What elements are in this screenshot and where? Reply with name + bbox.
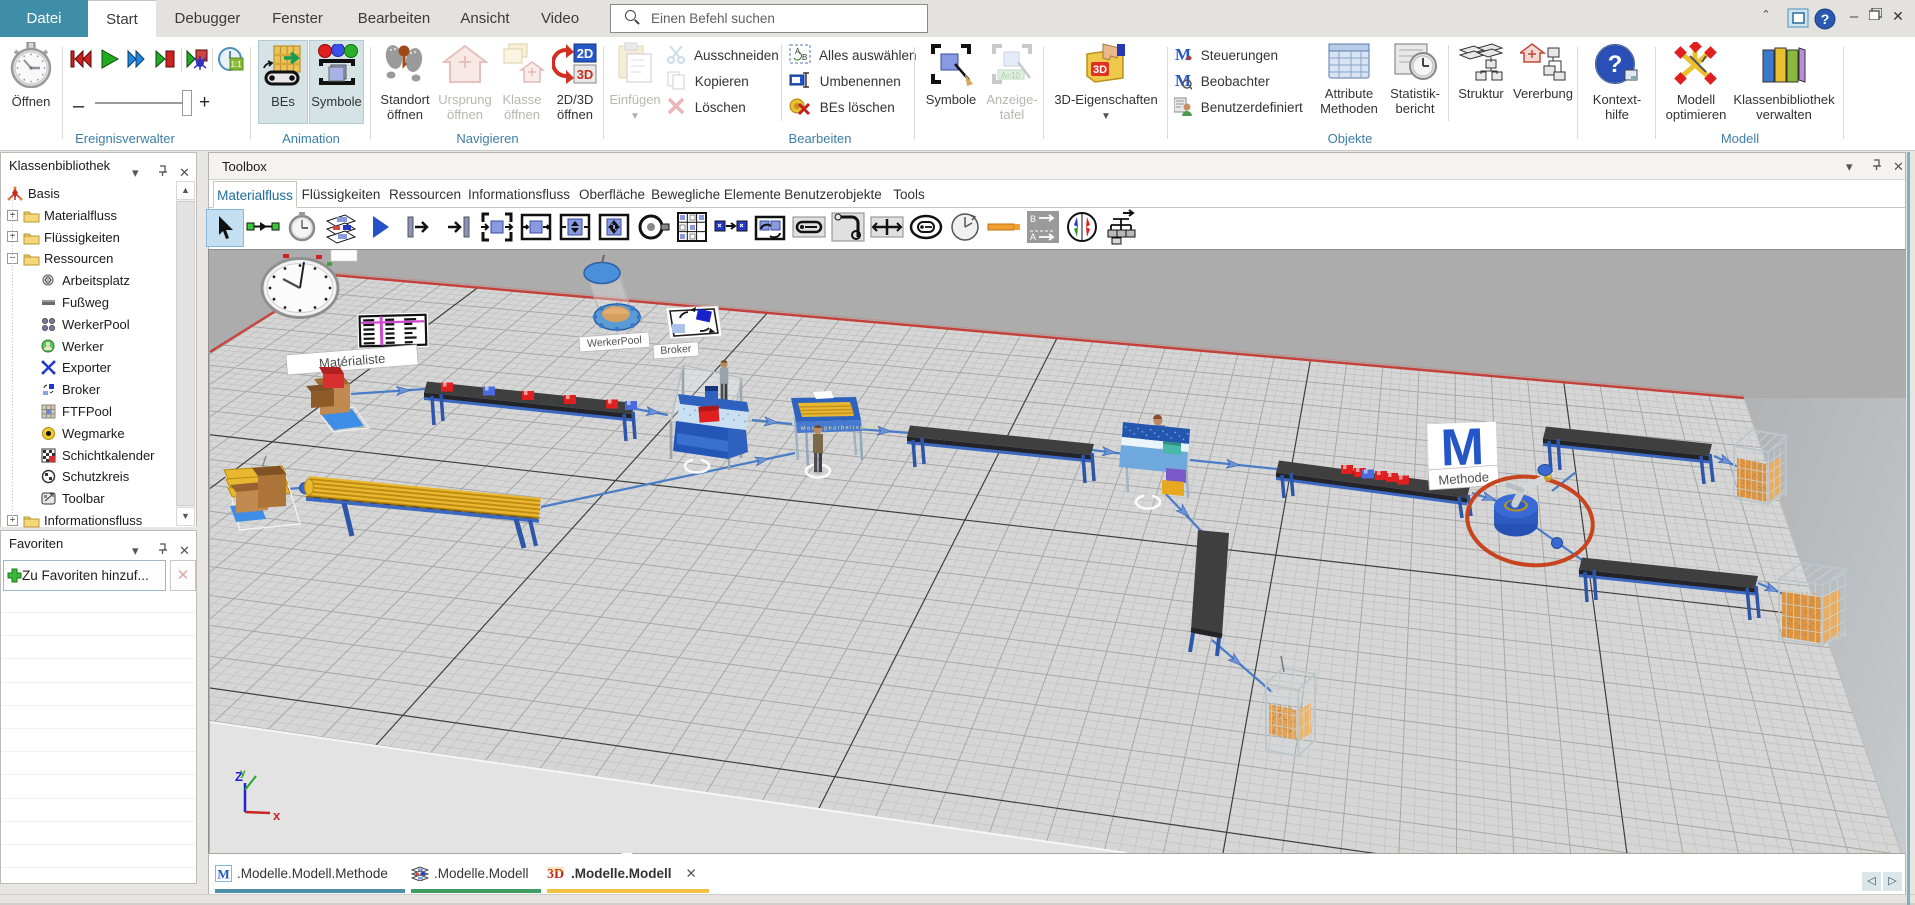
svg-text:1:1: 1:1 [230, 60, 242, 69]
svg-text:A=10: A=10 [1001, 71, 1020, 80]
svg-text:2D: 2D [577, 46, 594, 61]
svg-text:?: ? [1821, 11, 1830, 27]
svg-text:3D: 3D [547, 867, 564, 880]
svg-text:A: A [795, 47, 801, 56]
svg-text:?: ? [1608, 51, 1623, 78]
svg-text:x: x [273, 808, 281, 823]
svg-text:3D: 3D [1093, 64, 1107, 76]
svg-text:A: A [1030, 232, 1036, 242]
svg-text:M: M [217, 867, 229, 882]
svg-text:3D: 3D [577, 67, 594, 82]
svg-text:B: B [802, 53, 807, 62]
svg-text:y: y [240, 768, 246, 779]
svg-text:M: M [1175, 45, 1191, 64]
svg-text:Broker: Broker [660, 343, 692, 357]
svg-text:B: B [1030, 214, 1036, 224]
